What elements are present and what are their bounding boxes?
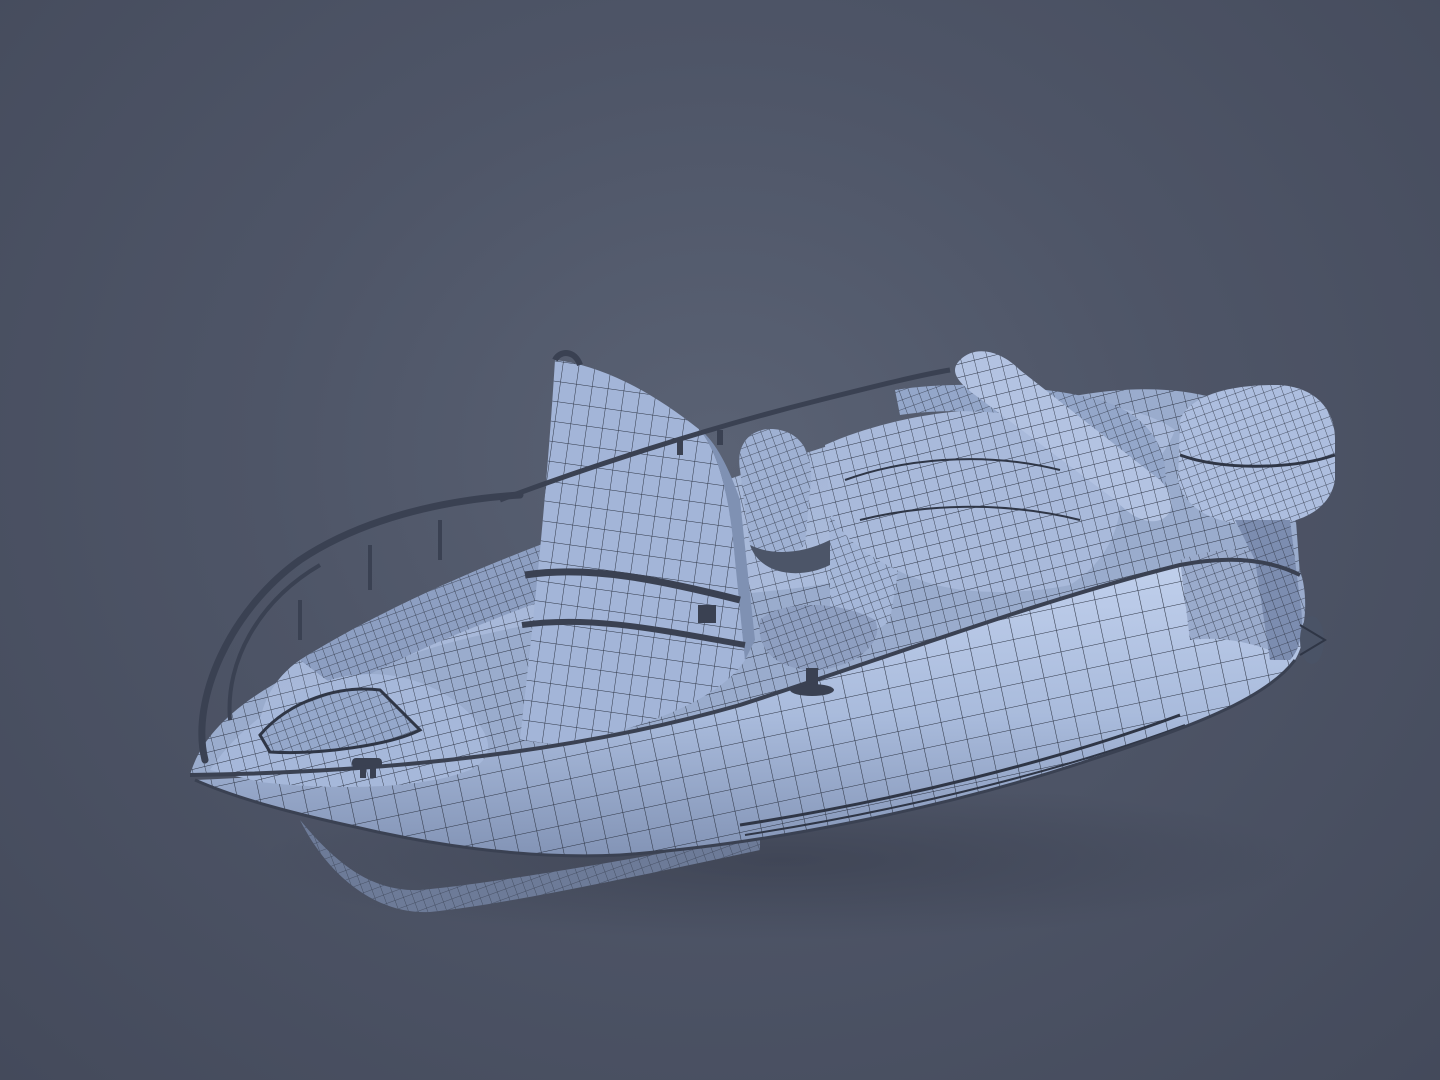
viewport	[0, 0, 1440, 1080]
boat-render	[189, 350, 1336, 940]
